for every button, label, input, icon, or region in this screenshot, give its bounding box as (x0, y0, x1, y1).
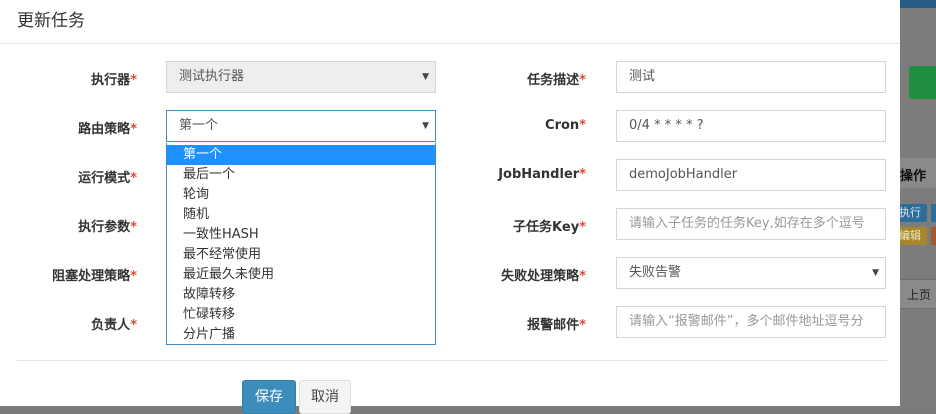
route-option[interactable]: 轮询 (167, 185, 435, 205)
run-mode-label: 运行模式* (78, 171, 137, 186)
save-button[interactable]: 保存 (242, 380, 296, 414)
chevron-down-icon: ▼ (422, 72, 429, 82)
owner-label: 负责人* (91, 318, 137, 333)
cron-input[interactable]: 0/4 * * * * ? (616, 110, 886, 142)
cron-label: Cron* (545, 118, 586, 133)
fail-strategy-label: 失败处理策略* (501, 269, 586, 284)
job-handler-label: JobHandler* (498, 167, 586, 182)
alarm-email-input[interactable]: 请输入“报警邮件”，多个邮件地址逗号分 (616, 306, 886, 338)
background-edit-button: 编辑 (899, 227, 927, 245)
route-option[interactable]: 分片广播 (167, 325, 435, 345)
modal-title: 更新任务 (17, 11, 85, 31)
job-desc-input[interactable]: 测试 (616, 61, 886, 93)
route-option[interactable]: 一致性HASH (167, 225, 435, 245)
route-option[interactable]: 最后一个 (167, 165, 435, 185)
route-option[interactable]: 故障转移 (167, 285, 435, 305)
update-task-modal: 更新任务 执行器* 路由策略* 运行模式* 执行参数* 阻塞处理策略* 负责人*… (0, 0, 900, 414)
route-option[interactable]: 最不经常使用 (167, 245, 435, 265)
form-divider (17, 360, 887, 361)
route-strategy-label: 路由策略* (78, 122, 137, 137)
route-strategy-dropdown: 第一个 最后一个 轮询 随机 一致性HASH 最不经常使用 最近最久未使用 故障… (166, 143, 436, 345)
background-table-header: 操作 (900, 158, 936, 188)
background-exec-button: 执行 (899, 204, 927, 222)
chevron-down-icon: ▼ (422, 121, 429, 131)
block-strategy-label: 阻塞处理策略* (52, 269, 137, 284)
job-desc-label: 任务描述* (527, 73, 586, 88)
fail-strategy-select[interactable]: 失败告警 ▼ (616, 257, 886, 289)
background-pager: 上页 (900, 279, 936, 309)
alarm-email-label: 报警邮件* (527, 318, 586, 333)
route-option[interactable]: 忙碌转移 (167, 305, 435, 325)
route-option[interactable]: 最近最久未使用 (167, 265, 435, 285)
job-handler-input[interactable]: demoJobHandler (616, 159, 886, 191)
exec-param-label: 执行参数* (78, 220, 137, 235)
background-add-button (909, 66, 936, 99)
cancel-button[interactable]: 取消 (299, 380, 351, 414)
modal-header: 更新任务 (0, 0, 900, 44)
background-page (900, 0, 936, 406)
executor-select[interactable]: 测试执行器 ▼ (166, 61, 436, 93)
background-navbar (900, 0, 936, 8)
child-job-input[interactable]: 请输入子任务的任务Key,如存在多个逗号 (616, 208, 886, 240)
route-option[interactable]: 第一个 (167, 145, 435, 165)
executor-label: 执行器* (91, 73, 137, 88)
route-strategy-select[interactable]: 第一个 ▼ (166, 110, 436, 142)
chevron-down-icon: ▼ (872, 268, 879, 278)
child-job-label: 子任务Key* (513, 220, 586, 235)
route-option[interactable]: 随机 (167, 205, 435, 225)
